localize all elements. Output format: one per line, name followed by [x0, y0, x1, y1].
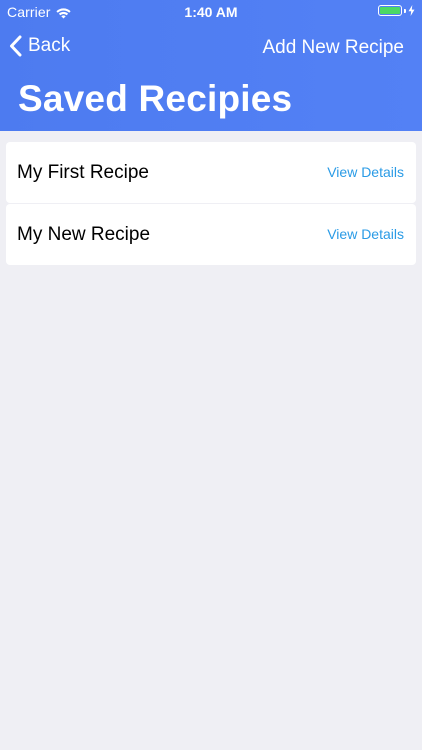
back-button[interactable]: Back [9, 35, 70, 57]
battery-icon [378, 5, 402, 16]
back-label: Back [28, 35, 71, 56]
list-item[interactable]: My First Recipe View Details [6, 142, 416, 203]
battery-cap [404, 8, 406, 13]
status-bar: Carrier 1:40 AM [0, 0, 422, 24]
charging-bolt-icon [408, 5, 415, 16]
battery-level-fill [380, 7, 400, 14]
recipe-title: My First Recipe [17, 162, 149, 183]
list-item[interactable]: My New Recipe View Details [6, 204, 416, 265]
view-details-link[interactable]: View Details [327, 204, 404, 265]
add-new-recipe-button[interactable]: Add New Recipe [262, 37, 404, 59]
recipe-title: My New Recipe [17, 224, 151, 245]
chevron-left-icon [10, 35, 22, 57]
battery-group [378, 5, 415, 16]
navigation-header: Carrier 1:40 AM Back Add New Recipe Save… [0, 0, 422, 131]
page-title: Saved Recipies [18, 78, 293, 119]
recipe-list: My First Recipe View Details My New Reci… [6, 142, 416, 266]
nav-bar: Back Add New Recipe [0, 24, 422, 70]
view-details-link[interactable]: View Details [327, 142, 404, 203]
status-time: 1:40 AM [184, 4, 238, 20]
